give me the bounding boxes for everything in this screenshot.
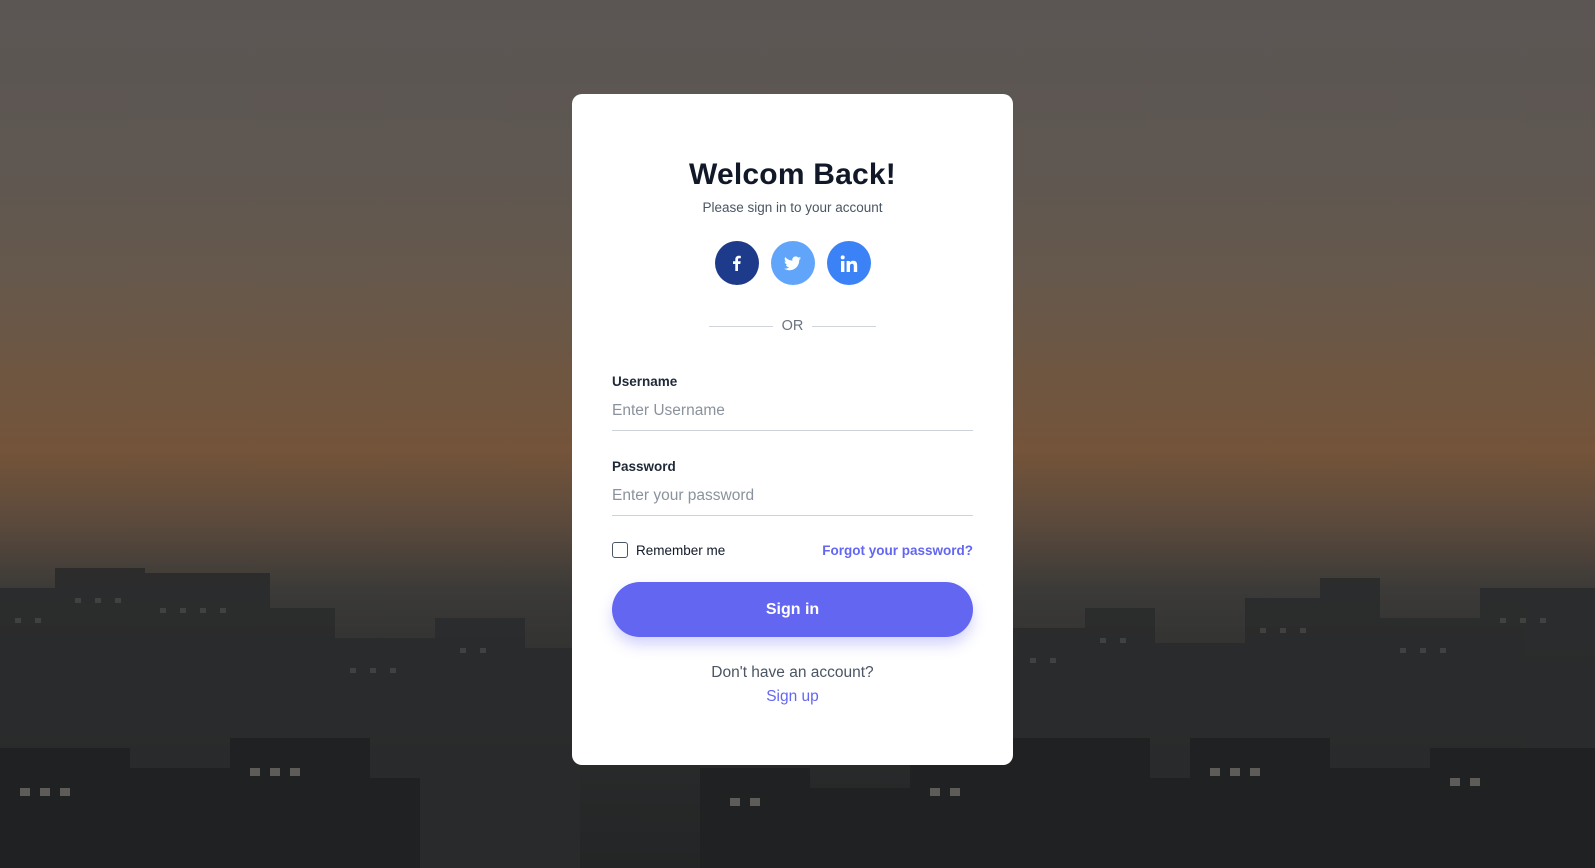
remember-me-checkbox[interactable] [612, 542, 628, 558]
linkedin-login-button[interactable] [826, 241, 871, 285]
login-card: Welcom Back! Please sign in to your acco… [572, 94, 1013, 765]
twitter-icon [784, 255, 801, 270]
twitter-login-button[interactable] [770, 241, 815, 285]
sign-in-button[interactable]: Sign in [612, 582, 973, 637]
username-input[interactable] [612, 398, 973, 431]
or-divider: OR [612, 318, 973, 334]
password-field-group: Password [612, 459, 973, 516]
forgot-password-link[interactable]: Forgot your password? [822, 543, 973, 558]
divider-line-right [812, 325, 877, 327]
username-label: Username [612, 374, 678, 389]
divider-line-left [708, 325, 773, 327]
social-login-group [612, 241, 973, 285]
sign-up-link[interactable]: Sign up [612, 688, 973, 706]
password-input[interactable] [612, 483, 973, 516]
divider-text: OR [781, 318, 804, 334]
remember-me-label: Remember me [636, 542, 726, 558]
page-subtitle: Please sign in to your account [702, 200, 883, 215]
page-title: Welcom Back! [689, 158, 896, 191]
remember-me-control[interactable]: Remember me [612, 542, 725, 558]
no-account-text: Don't have an account? [711, 664, 874, 681]
login-options-row: Remember me Forgot your password? [612, 542, 973, 558]
facebook-icon [732, 255, 741, 271]
username-field-group: Username [612, 374, 973, 431]
linkedin-icon [840, 254, 857, 272]
password-label: Password [612, 459, 676, 474]
facebook-login-button[interactable] [714, 241, 759, 285]
